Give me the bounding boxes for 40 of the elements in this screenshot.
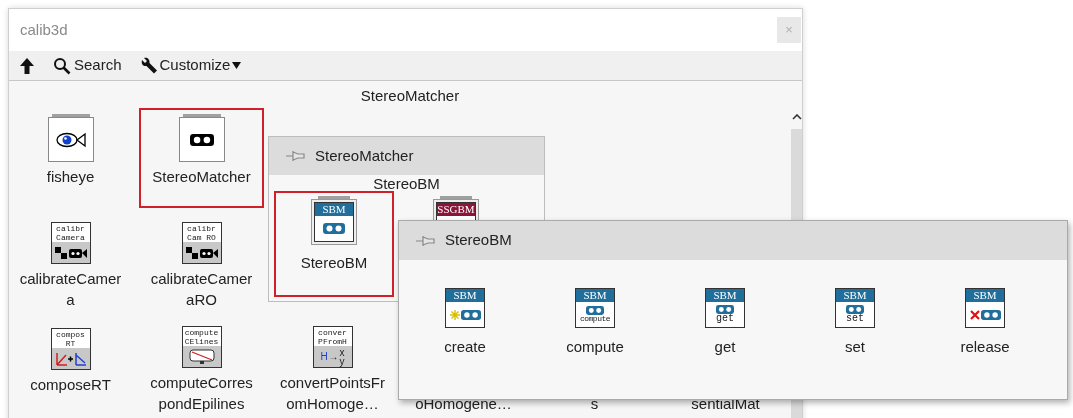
fisheye-icon <box>47 114 94 162</box>
search-button[interactable]: Search <box>53 54 122 77</box>
palette-item[interactable]: StereoMatcher <box>139 108 264 208</box>
popup-title: StereoMatcher <box>315 145 414 166</box>
stereo-block-icon: SBM compute <box>575 288 615 328</box>
pin-icon <box>415 233 437 248</box>
popup-heading: StereoBM <box>373 175 440 193</box>
pin-icon <box>285 149 307 163</box>
palette-item[interactable]: compute CElines computeCorrespondEpilines <box>139 316 264 416</box>
screen-icon: compute CElines <box>181 326 222 368</box>
palette-item[interactable]: SBM StereoBM <box>274 191 394 297</box>
customize-button[interactable]: Customize <box>139 54 242 77</box>
camera-icon: calibr Cam RO <box>181 222 222 264</box>
stereo-block-icon: SBM <box>445 288 485 328</box>
palette-item[interactable]: SBM compute compute <box>530 288 660 357</box>
item-label: sentialMat <box>691 394 760 414</box>
caret-icon <box>232 62 242 69</box>
palette-item[interactable]: SBM get get <box>660 288 790 357</box>
palette-item[interactable]: calibr Camera calibrateCamera <box>8 212 133 312</box>
wrench-icon <box>139 56 158 75</box>
palette-item[interactable]: calibr Cam RO calibrateCameraRO <box>139 212 264 312</box>
palette-item[interactable]: SBM release <box>920 288 1050 357</box>
up-arrow-icon <box>19 56 35 75</box>
category-heading: StereoMatcher <box>360 86 460 106</box>
stereo-block-icon: SBM <box>314 202 354 242</box>
stereo-block-icon: SBM set <box>835 288 875 328</box>
palette-item[interactable]: compos RT composeRT <box>8 316 133 416</box>
item-label: s <box>590 394 599 414</box>
stereo-block-icon: SBM <box>965 288 1005 328</box>
window-title: calib3d <box>20 19 69 40</box>
item-label: oHomogene… <box>415 394 512 414</box>
search-icon <box>53 56 71 75</box>
palette-item[interactable]: fisheye <box>8 108 133 208</box>
scroll-up-icon <box>791 114 802 120</box>
camera-icon: calibr Camera <box>50 222 91 264</box>
glasses-icon <box>178 114 225 162</box>
palette-item[interactable]: SBM set set <box>790 288 920 357</box>
axes-icon: compos RT <box>50 328 91 370</box>
stereo-block-icon: SBM get <box>705 288 745 328</box>
up-button[interactable] <box>19 56 35 75</box>
